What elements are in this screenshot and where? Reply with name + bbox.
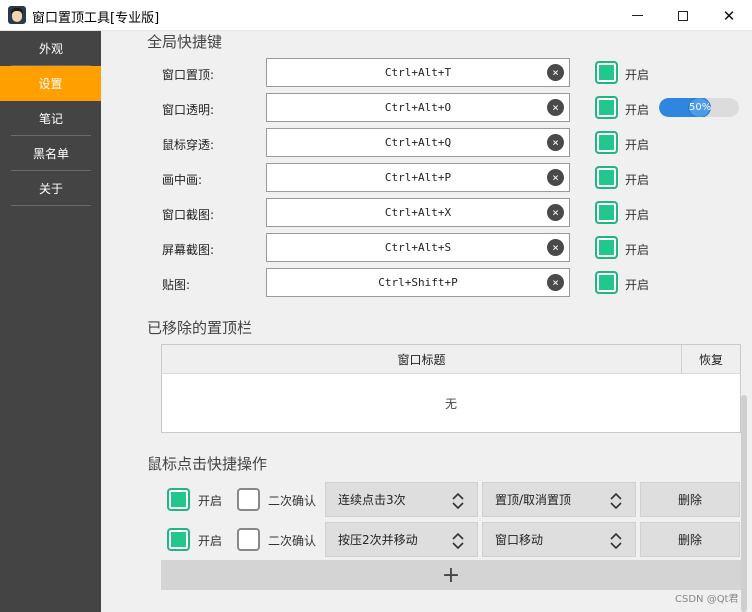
enable-label: 开启 [625,138,650,152]
spin-arrows-icon [610,492,622,510]
confirm-checkbox[interactable] [237,488,260,511]
mouse-section-title: 鼠标点击快捷操作 [147,455,268,473]
confirm-checkbox[interactable] [237,528,260,551]
spin-arrows-icon [452,492,464,510]
enable-label: 开启 [625,208,650,222]
enable-label: 开启 [625,68,650,82]
mouse-enable-label: 开启 [198,534,223,548]
confirm-label: 二次确认 [268,534,317,548]
enable-checkbox[interactable] [595,61,618,84]
maximize-button[interactable] [660,0,706,31]
trigger-select-value: 按压2次并移动 [338,533,418,547]
shortcut-label-window-capture: 窗口截图: [162,208,215,222]
enable-checkbox[interactable] [595,131,618,154]
trigger-select[interactable]: 按压2次并移动 [325,522,478,557]
shortcut-input-sticker[interactable]: Ctrl+Shift+P × [266,268,570,297]
shortcut-label-sticker: 贴图: [162,278,191,292]
app-logo-icon [8,6,26,24]
action-select[interactable]: 置顶/取消置顶 [482,482,636,517]
shortcut-keys: Ctrl+Alt+X [384,206,452,219]
action-select-value: 窗口移动 [495,533,544,547]
clear-icon[interactable]: × [547,239,564,256]
shortcut-label-transparent: 窗口透明: [162,103,215,117]
delete-button[interactable]: 删除 [640,522,740,557]
delete-button[interactable]: 删除 [640,482,740,517]
sidebar-item-notes[interactable]: 笔记 [11,101,91,136]
shortcut-keys: Ctrl+Alt+T [384,66,452,79]
watermark: CSDN @Qt君 [675,594,739,605]
shortcut-label-clickthrough: 鼠标穿透: [162,138,215,152]
settings-panel: 全局快捷键 窗口置顶: Ctrl+Alt+T × 开启 窗口透明: Ctrl+Al… [101,31,752,612]
shortcut-keys: Ctrl+Alt+O [384,101,452,114]
confirm-label: 二次确认 [268,494,317,508]
clear-icon[interactable]: × [547,204,564,221]
enable-checkbox[interactable] [595,271,618,294]
enable-label: 开启 [625,278,650,292]
removed-toolbars-table: 窗口标题 恢复 无 [161,344,741,433]
shortcut-input-pip[interactable]: Ctrl+Alt+P × [266,163,570,192]
opacity-slider[interactable]: 50% [659,98,739,117]
clear-icon[interactable]: × [547,169,564,186]
vertical-scrollbar[interactable] [741,395,747,612]
maximize-icon [678,10,688,21]
title-bar: 窗口置顶工具[专业版] ✕ [0,0,752,31]
enable-checkbox[interactable] [595,236,618,259]
mouse-enable-label: 开启 [198,494,223,508]
spin-arrows-icon [452,532,464,550]
enable-label: 开启 [625,173,650,187]
table-empty-text: 无 [444,396,457,411]
enable-checkbox[interactable] [595,96,618,119]
sidebar: 外观 设置 笔记 黑名单 关于 [0,31,101,612]
window-title: 窗口置顶工具[专业版] [32,11,160,26]
spin-arrows-icon [610,532,622,550]
sidebar-item-settings[interactable]: 设置 [0,66,101,101]
enable-label: 开启 [625,243,650,257]
sidebar-item-about[interactable]: 关于 [11,171,91,206]
close-button[interactable]: ✕ [706,0,752,31]
column-header-restore: 恢复 [698,353,723,367]
shortcut-input-window-capture[interactable]: Ctrl+Alt+X × [266,198,570,227]
shortcut-label-screen-capture: 屏幕截图: [162,243,215,257]
action-select[interactable]: 窗口移动 [482,522,636,557]
minimize-icon [631,15,643,16]
column-header-window-title: 窗口标题 [162,345,682,374]
action-select-value: 置顶/取消置顶 [495,493,572,507]
clear-icon[interactable]: × [547,134,564,151]
shortcut-keys: Ctrl+Alt+P [384,171,452,184]
sidebar-item-appearance[interactable]: 外观 [11,31,91,66]
add-action-button[interactable]: + [161,560,741,590]
shortcut-input-pin[interactable]: Ctrl+Alt+T × [266,58,570,87]
shortcut-keys: Ctrl+Shift+P [378,276,458,289]
clear-icon[interactable]: × [547,99,564,116]
enable-checkbox[interactable] [595,166,618,189]
minimize-button[interactable] [614,0,660,31]
shortcut-label-pip: 画中画: [162,173,203,187]
close-icon: ✕ [722,6,736,25]
removed-section-title: 已移除的置顶栏 [147,319,253,337]
enable-label: 开启 [625,103,650,117]
shortcut-input-screen-capture[interactable]: Ctrl+Alt+S × [266,233,570,262]
sidebar-item-blacklist[interactable]: 黑名单 [11,136,91,171]
clear-icon[interactable]: × [547,64,564,81]
clear-icon[interactable]: × [547,274,564,291]
shortcut-input-clickthrough[interactable]: Ctrl+Alt+Q × [266,128,570,157]
enable-checkbox[interactable] [595,201,618,224]
shortcut-keys: Ctrl+Alt+Q [384,136,452,149]
plus-icon: + [441,562,461,588]
mouse-enable-checkbox[interactable] [167,528,190,551]
trigger-select-value: 连续点击3次 [338,493,406,507]
trigger-select[interactable]: 连续点击3次 [325,482,478,517]
shortcut-input-transparent[interactable]: Ctrl+Alt+O × [266,93,570,122]
shortcuts-section-title: 全局快捷键 [147,33,223,51]
table-header: 窗口标题 恢复 [162,345,740,374]
shortcut-label-pin: 窗口置顶: [162,68,215,82]
shortcut-keys: Ctrl+Alt+S [384,241,452,254]
mouse-enable-checkbox[interactable] [167,488,190,511]
opacity-slider-handle[interactable]: 50% [688,98,711,117]
